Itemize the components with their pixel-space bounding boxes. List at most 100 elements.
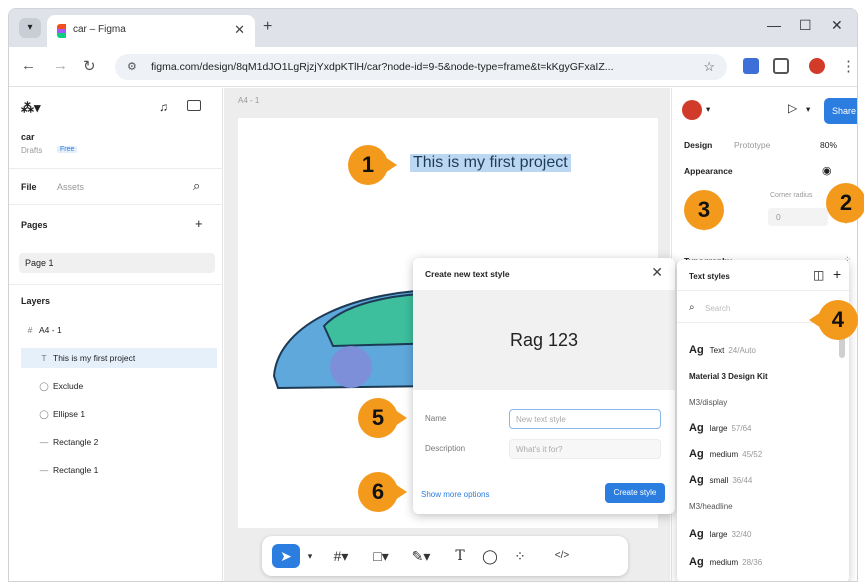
styles-search-input[interactable]: Search	[705, 304, 730, 313]
present-icon[interactable]: ▷	[788, 101, 797, 115]
preview-text: Rag 123	[509, 330, 579, 350]
ellipse-icon: ◯	[39, 409, 49, 419]
frame-label[interactable]: A4 - 1	[238, 96, 259, 105]
tab-design[interactable]: Design	[684, 140, 712, 150]
forward-icon[interactable]: →	[53, 57, 68, 74]
callout-badge-3: 3	[684, 190, 724, 231]
address-bar: ← → ↻ ⚙ figma.com/design/8qM1dJO1LgRjzjY…	[9, 47, 857, 87]
bottom-toolbar: ➤ ▾ #▾ □▾ ✎▾ T ◯ ⁘ </>	[262, 536, 628, 576]
search-icon[interactable]: ⌕	[193, 178, 200, 194]
share-button[interactable]: Share	[824, 98, 857, 124]
text-tool-icon[interactable]: T	[450, 544, 470, 568]
url-field[interactable]: ⚙ figma.com/design/8qM1dJO1LgRjzjYxdpKTl…	[115, 54, 727, 80]
layer-exclude[interactable]: ◯ Exclude	[21, 376, 217, 396]
drafts-label[interactable]: Drafts	[21, 146, 42, 155]
move-tool-chevron-icon[interactable]: ▾	[304, 544, 316, 568]
file-name[interactable]: car	[21, 132, 35, 142]
library-book-icon[interactable]: ◫	[813, 268, 824, 282]
avatar-chevron-icon[interactable]: ▾	[706, 104, 710, 115]
extensions-puzzle-icon[interactable]	[773, 58, 789, 74]
style-item[interactable]: Ag Text 24/Auto	[689, 344, 756, 356]
library-heading: Material 3 Design Kit	[689, 372, 768, 381]
style-item[interactable]: Ag medium 45/52	[689, 448, 762, 460]
layer-label: Rectangle 2	[53, 437, 99, 447]
style-item[interactable]: Ag large 32/40	[689, 528, 752, 540]
layers-label: Layers	[21, 296, 51, 306]
show-more-options-link[interactable]: Show more options	[421, 490, 489, 499]
actions-tool-icon[interactable]: ⁘	[510, 544, 530, 568]
bookmark-star-icon[interactable]: ☆	[703, 54, 715, 80]
figma-menu-icon[interactable]: ⁂▾	[21, 100, 41, 116]
text-styles-title: Text styles	[689, 272, 730, 281]
layer-rectangle-2[interactable]: — Rectangle 2	[21, 432, 217, 452]
corner-radius-value: 0	[776, 212, 781, 222]
page-item[interactable]: Page 1	[19, 253, 215, 273]
window-close-icon[interactable]: ✕	[831, 17, 843, 34]
reload-icon[interactable]: ↻	[83, 57, 96, 75]
name-label: Name	[425, 414, 447, 423]
layer-rectangle-1[interactable]: — Rectangle 1	[21, 460, 217, 480]
style-item[interactable]: Ag large 57/64	[689, 422, 752, 434]
present-chevron-icon[interactable]: ▾	[806, 104, 810, 115]
corner-radius-field[interactable]: 0	[768, 208, 828, 226]
layer-label: Rectangle 1	[53, 465, 99, 475]
extension-icon[interactable]	[743, 58, 759, 74]
tab-close-icon[interactable]: ✕	[234, 22, 245, 38]
browser-tab[interactable]: car – Figma ✕	[47, 15, 255, 47]
tab-bar: ▾ car – Figma ✕ + — ☐ ✕	[9, 9, 857, 47]
notification-bell-icon[interactable]: ♫	[159, 100, 168, 114]
back-icon[interactable]: ←	[21, 57, 36, 74]
site-settings-icon[interactable]: ⚙	[127, 54, 137, 80]
add-page-icon[interactable]: +	[195, 216, 203, 231]
layer-label: Ellipse 1	[53, 409, 86, 419]
style-item[interactable]: Ag small 36/44	[689, 474, 752, 486]
description-label: Description	[425, 444, 466, 453]
maximize-icon[interactable]: ☐	[799, 17, 812, 34]
visibility-eye-icon[interactable]: ◉	[822, 164, 832, 177]
layer-ellipse[interactable]: ◯ Ellipse 1	[21, 404, 217, 424]
left-panel: ⁂▾ ♫ car Drafts Free File Assets ⌕ Pages…	[9, 88, 223, 581]
url-text: figma.com/design/8qM1dJO1LgRjzjYxdpKTlH/…	[151, 61, 614, 73]
zoom-level[interactable]: 80%	[820, 140, 837, 150]
tab-search-icon[interactable]: ▾	[19, 18, 41, 38]
style-description-input[interactable]: What's it for?	[509, 439, 661, 459]
create-style-button[interactable]: Create style	[605, 483, 665, 503]
group-heading: M3/display	[689, 398, 728, 407]
callout-badge-1: 1	[348, 145, 397, 185]
layer-frame-a4[interactable]: # A4 - 1	[21, 320, 217, 340]
style-preview: Rag 123	[413, 290, 675, 390]
layer-label: Exclude	[53, 381, 84, 391]
selected-text-layer[interactable]: This is my first project	[410, 154, 571, 172]
dialog-close-icon[interactable]: ✕	[651, 264, 663, 281]
callout-badge-4: 4	[818, 300, 858, 340]
browser-window: ▾ car – Figma ✕ + — ☐ ✕ ← → ↻ ⚙ figma.co…	[8, 8, 858, 582]
style-item[interactable]: Ag medium 28/36	[689, 556, 762, 568]
pen-tool-icon[interactable]: ✎▾	[406, 544, 436, 568]
callout-badge-5: 5	[358, 398, 407, 438]
comment-tool-icon[interactable]: ◯	[480, 544, 500, 568]
tab-file[interactable]: File	[21, 182, 37, 192]
pages-label: Pages	[21, 220, 48, 230]
minimize-icon[interactable]: —	[767, 17, 781, 33]
add-style-icon[interactable]: +	[833, 266, 841, 282]
text-icon: T	[41, 353, 47, 363]
tab-assets[interactable]: Assets	[57, 182, 84, 192]
browser-menu-icon[interactable]: ⋮	[841, 57, 856, 75]
tab-prototype[interactable]: Prototype	[734, 140, 770, 150]
move-tool-icon[interactable]: ➤	[272, 544, 300, 568]
new-tab-button[interactable]: +	[263, 18, 272, 36]
frame-tool-icon[interactable]: #▾	[326, 544, 356, 568]
frame-icon: #	[27, 325, 33, 335]
corner-radius-label: Corner radius	[770, 192, 813, 199]
panel-toggle-icon[interactable]	[187, 100, 201, 111]
search-icon: ⌕	[689, 302, 695, 313]
profile-avatar[interactable]	[809, 58, 825, 74]
shape-tool-icon[interactable]: □▾	[366, 544, 396, 568]
layer-label: A4 - 1	[39, 325, 62, 335]
dev-mode-icon[interactable]: </>	[548, 544, 576, 568]
layer-text[interactable]: T This is my first project	[21, 348, 217, 368]
style-name-input[interactable]: New text style	[509, 409, 661, 429]
user-avatar[interactable]	[682, 100, 702, 120]
rectangle-icon: —	[39, 465, 49, 475]
tab-title: car – Figma	[73, 24, 126, 35]
